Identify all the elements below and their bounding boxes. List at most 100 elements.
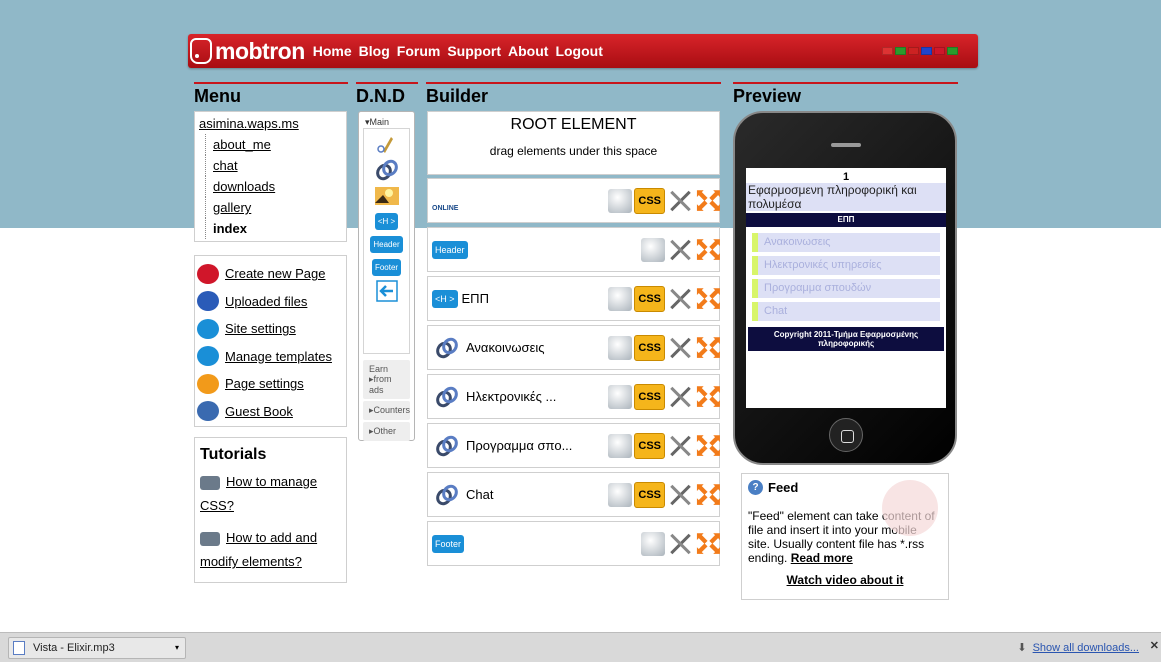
builder-row[interactable]: Header ⬉⬈ ⬋⬊ [427,227,722,272]
css-edit-button[interactable]: CSS [634,334,665,361]
heading-element-button[interactable]: <H > [374,213,399,230]
trash-icon[interactable] [608,286,633,311]
trash-icon[interactable] [608,384,633,409]
tutorial-link-css[interactable]: How to manage CSS? [200,470,341,518]
language-flag-icon[interactable] [895,47,906,55]
move-arrows-icon[interactable]: ⬉⬈ ⬋⬊ [695,334,722,361]
nav-about[interactable]: About [508,43,548,59]
back-arrow-icon [197,346,219,367]
dnd-section-earn[interactable]: Earn ▸from ads [363,360,410,399]
download-item[interactable]: Vista - Elixir.mp3 ▾ [8,636,186,659]
settings-tools-icon[interactable] [667,482,693,508]
action-link[interactable]: Manage templates [197,343,344,371]
trash-icon[interactable] [608,482,633,507]
dnd-section-counters[interactable]: ▸Counters [363,401,410,420]
css-edit-button[interactable]: CSS [634,383,665,410]
action-link[interactable]: Uploaded files [197,288,344,316]
downloads-bar: Vista - Elixir.mp3 ▾ ⬇ Show all download… [0,632,1161,662]
css-edit-button[interactable]: CSS [634,432,665,459]
page-link-index[interactable]: index [199,218,342,239]
page-link-about-me[interactable]: about_me [199,134,342,155]
preview-link: Προγραμμα σπουδών [752,279,940,298]
language-flag-icon[interactable] [921,47,932,55]
phone-logo-icon [190,38,212,64]
chevron-down-icon[interactable]: ▾ [175,643,179,652]
css-edit-button[interactable]: CSS [634,481,665,508]
image-icon[interactable] [373,185,401,207]
builder-row[interactable]: Ανακοινωσεις CSS ⬉⬈ ⬋⬊ [427,325,722,370]
trash-icon[interactable] [641,531,665,556]
upload-icon [197,291,219,312]
action-link[interactable]: Page settings [197,370,344,398]
close-icon[interactable]: ✕ [1150,639,1159,652]
logo[interactable]: mobtron [190,38,305,65]
settings-tools-icon[interactable] [667,531,693,557]
site-root-link[interactable]: asimina.waps.ms [199,117,342,131]
read-more-link[interactable]: Read more [791,551,853,565]
action-link[interactable]: Site settings [197,315,344,343]
css-edit-button[interactable]: CSS [634,285,665,312]
page-link-gallery[interactable]: gallery [199,197,342,218]
trash-icon[interactable] [608,188,633,213]
move-arrows-icon[interactable]: ⬉⬈ ⬋⬊ [695,481,722,508]
nav-logout[interactable]: Logout [555,43,602,59]
back-element-icon[interactable] [373,280,401,302]
page-link-chat[interactable]: chat [199,155,342,176]
pen-tool-icon[interactable] [373,133,401,155]
link-icon[interactable] [373,159,401,181]
language-flag-icon[interactable] [934,47,945,55]
trash-icon[interactable] [608,433,633,458]
settings-tools-icon[interactable] [667,188,693,214]
dnd-section-other[interactable]: ▸Other [363,422,410,441]
move-arrows-icon[interactable]: ⬉⬈ ⬋⬊ [695,285,722,312]
video-camera-icon [200,475,220,490]
preview-heading: Preview [733,82,958,106]
root-element[interactable]: ROOT ELEMENT drag elements under this sp… [427,111,720,175]
settings-tools-icon[interactable] [667,433,693,459]
nav-forum[interactable]: Forum [397,43,441,59]
dnd-main-tab[interactable]: ▾Main [359,112,414,128]
builder-row[interactable]: Chat CSS ⬉⬈ ⬋⬊ [427,472,722,517]
page-link-downloads[interactable]: downloads [199,176,342,197]
action-link[interactable]: Guest Book [197,398,344,426]
move-arrows-icon[interactable]: ⬉⬈ ⬋⬊ [695,530,722,557]
footer-element-button[interactable]: Footer [371,259,402,276]
move-arrows-icon[interactable]: ⬉⬈ ⬋⬊ [695,383,722,410]
page-tree: asimina.waps.ms about_me chat downloads … [194,111,347,242]
builder-row[interactable]: <H > ΕΠΠ CSS ⬉⬈ ⬋⬊ [427,276,722,321]
move-arrows-icon[interactable]: ⬉⬈ ⬋⬊ [695,432,722,459]
builder-row[interactable]: ONLINE CSS ⬉⬈ ⬋⬊ [427,178,722,223]
settings-tools-icon[interactable] [667,335,693,361]
language-flag-icon[interactable] [947,47,958,55]
main-nav: Home Blog Forum Support About Logout [313,43,610,59]
nav-home[interactable]: Home [313,43,352,59]
move-arrows-icon[interactable]: ⬉⬈ ⬋⬊ [695,187,722,214]
action-label: Manage templates [225,348,332,364]
preview-link: Chat [752,302,940,321]
trash-icon[interactable] [641,237,665,262]
builder-row[interactable]: Προγραμμα σπο... CSS ⬉⬈ ⬋⬊ [427,423,722,468]
dnd-palette: ▾Main <H > Header Footer Earn ▸from ads … [358,111,415,441]
settings-tools-icon[interactable] [667,237,693,263]
builder-row[interactable]: Ηλεκτρονικές ... CSS ⬉⬈ ⬋⬊ [427,374,722,419]
show-all-downloads-link[interactable]: Show all downloads... [1033,642,1139,654]
language-flag-icon[interactable] [908,47,919,55]
css-edit-button[interactable]: CSS [634,187,665,214]
builder-row-label: Ηλεκτρονικές ... [466,389,557,404]
move-arrows-icon[interactable]: ⬉⬈ ⬋⬊ [695,236,722,263]
nav-support[interactable]: Support [447,43,501,59]
settings-tools-icon[interactable] [667,384,693,410]
language-flag-icon[interactable] [882,47,893,55]
tutorials-title: Tutorials [200,446,267,463]
nav-blog[interactable]: Blog [359,43,390,59]
new-badge-icon [197,263,219,284]
builder-row[interactable]: Footer ⬉⬈ ⬋⬊ [427,521,722,566]
action-label: Create new Page [225,266,326,282]
watch-video-link[interactable]: Watch video about it [748,573,942,587]
builder-row-label: Ανακοινωσεις [466,340,545,355]
tutorial-link-elements[interactable]: How to add and modify elements? [200,526,341,574]
trash-icon[interactable] [608,335,633,360]
header-element-button[interactable]: Header [370,236,403,253]
action-link[interactable]: Create new Page [197,260,344,288]
settings-tools-icon[interactable] [667,286,693,312]
